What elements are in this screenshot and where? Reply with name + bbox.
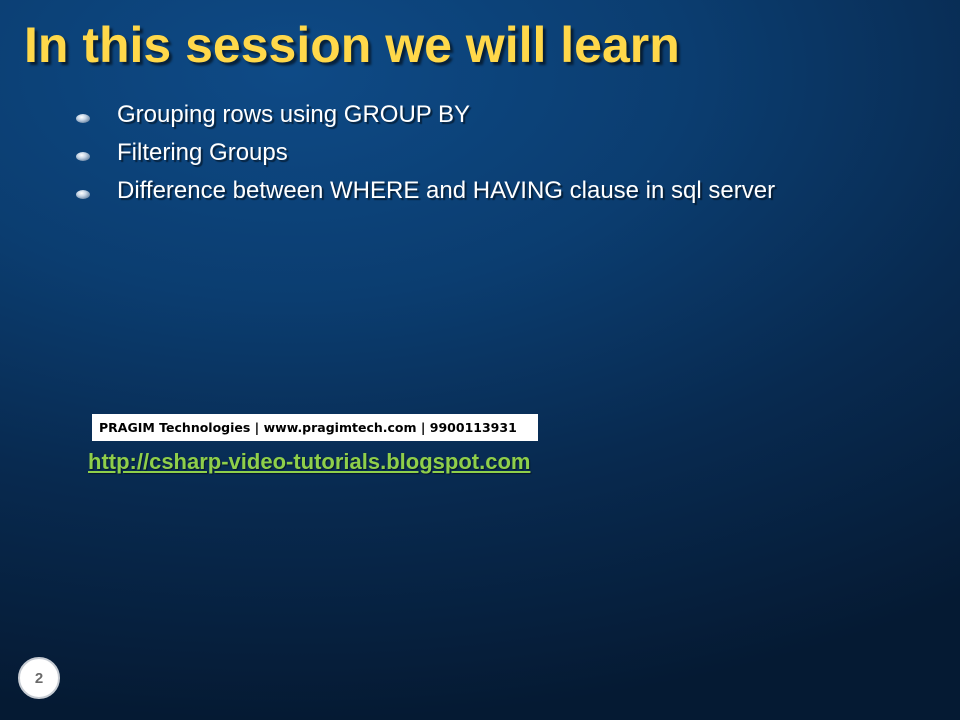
bullet-text: Grouping rows using GROUP BY (117, 101, 471, 128)
slide-title: In this session we will learn (24, 17, 680, 73)
bullet-dot-icon (76, 113, 90, 123)
bullet-text: Filtering Groups (117, 139, 288, 166)
bullet-list: Grouping rows using GROUP BY Filtering G… (76, 96, 775, 210)
blog-link[interactable]: http://csharp-video-tutorials.blogspot.c… (88, 449, 530, 475)
page-number-badge: 2 (18, 657, 60, 699)
company-banner-text: PRAGIM Technologies | www.pragimtech.com… (99, 420, 517, 435)
bullet-text: Difference between WHERE and HAVING clau… (117, 177, 776, 204)
page-number: 2 (34, 669, 44, 687)
bullet-dot-icon (76, 151, 90, 161)
bullet-item: Grouping rows using GROUP BY (76, 96, 775, 134)
company-banner: PRAGIM Technologies | www.pragimtech.com… (92, 414, 538, 441)
slide: In this session we will learn Grouping r… (0, 0, 960, 720)
bullet-item: Filtering Groups (76, 134, 775, 172)
bullet-dot-icon (76, 189, 90, 199)
bullet-item: Difference between WHERE and HAVING clau… (76, 172, 775, 210)
